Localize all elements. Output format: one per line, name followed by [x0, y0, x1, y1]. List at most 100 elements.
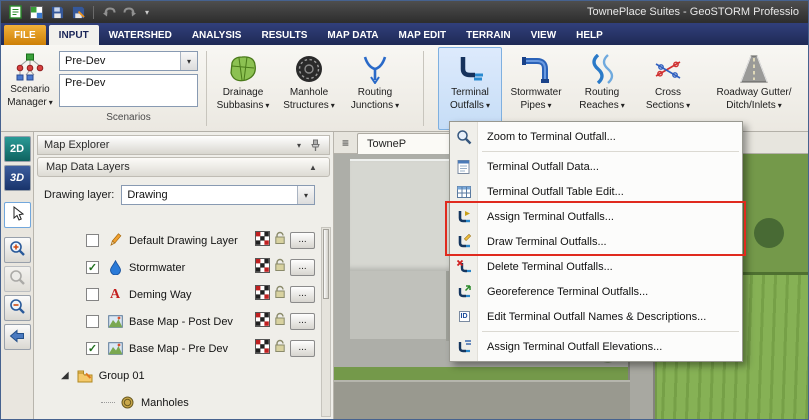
ribbon-button-roadway-gutter[interactable]: Roadway Gutter/ Ditch/Inlets ▾	[702, 47, 806, 130]
lock-icon[interactable]	[274, 312, 286, 331]
layer-more-button[interactable]: ...	[290, 259, 315, 276]
layer-style-swatch[interactable]	[255, 338, 270, 359]
project-grid-icon[interactable]	[28, 4, 44, 20]
zoom-icon	[455, 128, 473, 146]
tab-input[interactable]: INPUT	[48, 25, 99, 45]
layer-style-swatch[interactable]	[255, 311, 270, 332]
ribbon: Scenario Manager ▾ Pre-Dev ▾ Pre-Dev Scen…	[1, 45, 808, 132]
menu-item-terminal-outfall-table-edit[interactable]: Terminal Outfall Table Edit...	[450, 179, 742, 204]
drawing-layer-combo[interactable]: Drawing ▾	[121, 185, 315, 205]
select-pointer-button[interactable]	[3, 202, 31, 228]
menu-item-georeference-terminal-outfalls[interactable]: Georeference Terminal Outfalls...	[450, 279, 742, 304]
panel-title: Map Explorer	[44, 139, 110, 151]
menu-item-zoom-to-terminal-outfall[interactable]: Zoom to Terminal Outfall...	[450, 124, 742, 149]
basemap-icon	[106, 315, 124, 328]
tab-map-data[interactable]: MAP DATA	[317, 25, 388, 45]
layer-style-swatch[interactable]	[255, 284, 270, 305]
menu-item-draw-terminal-outfalls[interactable]: Draw Terminal Outfalls...	[450, 229, 742, 254]
layer-style-swatch[interactable]	[255, 257, 270, 278]
ribbon-button-routing-junctions[interactable]: Routing Junctions ▾	[343, 47, 407, 130]
chevron-down-icon: ▾	[48, 97, 53, 107]
collapse-arrow-icon[interactable]: ▲	[305, 163, 321, 172]
menu-item-terminal-outfall-data[interactable]: Terminal Outfall Data...	[450, 154, 742, 179]
tab-help[interactable]: HELP	[566, 25, 613, 45]
ribbon-button-cross-sections[interactable]: Cross Sections ▾	[636, 47, 700, 130]
menu-item-delete-terminal-outfalls[interactable]: Delete Terminal Outfalls...	[450, 254, 742, 279]
layer-row-default-drawing[interactable]: Default Drawing Layer ...	[37, 227, 317, 254]
expand-triangle-icon[interactable]: ◢	[61, 370, 69, 381]
layer-row-basemap-postdev[interactable]: Base Map - Post Dev ...	[37, 308, 317, 335]
zoom-in-button[interactable]	[3, 237, 31, 263]
tab-list-menu-icon[interactable]: ≡	[337, 134, 354, 151]
scenario-manager-button[interactable]: Scenario Manager ▾	[3, 47, 57, 130]
menu-item-assign-terminal-outfalls[interactable]: Assign Terminal Outfalls...	[450, 204, 742, 229]
tab-view[interactable]: VIEW	[521, 25, 567, 45]
zoom-window-button[interactable]	[3, 266, 31, 292]
layer-more-button[interactable]: ...	[290, 232, 315, 249]
map-explorer-header[interactable]: Map Explorer ▾	[37, 135, 330, 155]
titlebar: ▾ TownePlace Suites - GeoSTORM Professio	[1, 1, 808, 23]
ribbon-button-terminal-outfalls[interactable]: Terminal Outfalls ▾	[438, 47, 502, 130]
layer-row-group-01[interactable]: ◢ Group 01	[37, 362, 317, 389]
lock-icon[interactable]	[274, 231, 286, 250]
layer-row-basemap-predev[interactable]: ✓ Base Map - Pre Dev ...	[37, 335, 317, 362]
tab-terrain[interactable]: TERRAIN	[456, 25, 520, 45]
ribbon-button-stormwater-pipes[interactable]: Stormwater Pipes ▾	[504, 47, 568, 130]
layer-checkbox[interactable]: ✓	[86, 342, 99, 355]
lock-icon[interactable]	[274, 285, 286, 304]
zoom-out-button[interactable]	[3, 295, 31, 321]
layer-row-manholes[interactable]: Manholes	[37, 389, 317, 416]
tab-map-edit[interactable]: MAP EDIT	[389, 25, 457, 45]
layer-checkbox[interactable]	[86, 288, 99, 301]
scrollbar-thumb[interactable]	[323, 229, 329, 299]
quick-access-toolbar: ▾	[7, 4, 151, 20]
quick-access-dropdown-icon[interactable]: ▾	[143, 8, 151, 17]
undo-icon[interactable]	[101, 4, 117, 20]
ribbon-button-manhole-structures[interactable]: Manhole Structures ▾	[277, 47, 341, 130]
view-3d-button[interactable]: 3D	[3, 165, 31, 191]
layer-style-swatch[interactable]	[255, 230, 270, 251]
layer-checkbox[interactable]	[86, 234, 99, 247]
save-icon[interactable]	[49, 4, 65, 20]
layer-more-button[interactable]: ...	[290, 286, 315, 303]
ribbon-button-drainage-subbasins[interactable]: Drainage Subbasins ▾	[211, 47, 275, 130]
chevron-down-icon[interactable]: ▾	[297, 186, 314, 204]
draw-outfall-icon	[455, 233, 473, 251]
chevron-down-icon: ▾	[485, 101, 490, 110]
chevron-down-icon: ▾	[777, 101, 782, 110]
tab-results[interactable]: RESULTS	[251, 25, 317, 45]
menu-item-edit-terminal-outfall-names[interactable]: ID Edit Terminal Outfall Names & Descrip…	[450, 304, 742, 329]
pin-icon[interactable]	[307, 139, 323, 152]
tab-file[interactable]: FILE	[4, 25, 46, 45]
map-explorer-panel: Map Explorer ▾ Map Data Layers ▲ Drawing…	[34, 132, 334, 419]
scenario-textbox[interactable]: Pre-Dev	[59, 74, 198, 107]
ribbon-separator	[206, 51, 207, 126]
previous-view-button[interactable]	[3, 324, 31, 350]
ribbon-button-routing-reaches[interactable]: Routing Reaches ▾	[570, 47, 634, 130]
lock-icon[interactable]	[274, 339, 286, 358]
view-2d-button[interactable]: 2D	[3, 136, 31, 162]
panel-menu-dropdown-icon[interactable]: ▾	[291, 141, 307, 150]
save-as-icon[interactable]	[70, 4, 86, 20]
redo-icon[interactable]	[122, 4, 138, 20]
tab-watershed[interactable]: WATERSHED	[99, 25, 182, 45]
lock-icon[interactable]	[274, 258, 286, 277]
layer-checkbox[interactable]	[86, 315, 99, 328]
map-data-layers-header[interactable]: Map Data Layers ▲	[37, 157, 330, 177]
tree-branch-line	[101, 402, 115, 403]
layer-row-stormwater[interactable]: ✓ Stormwater ...	[37, 254, 317, 281]
basemap-icon	[106, 342, 124, 355]
menu-separator	[482, 151, 739, 152]
chevron-down-icon[interactable]: ▾	[180, 52, 197, 70]
layer-checkbox[interactable]: ✓	[86, 261, 99, 274]
layer-row-deming-way[interactable]: A Deming Way ...	[37, 281, 317, 308]
layer-more-button[interactable]: ...	[290, 313, 315, 330]
tab-analysis[interactable]: ANALYSIS	[182, 25, 252, 45]
scenario-combo[interactable]: Pre-Dev ▾	[59, 51, 198, 71]
layer-more-button[interactable]: ...	[290, 340, 315, 357]
explorer-scrollbar[interactable]	[321, 227, 331, 417]
menu-item-assign-terminal-outfall-elevations[interactable]: Assign Terminal Outfall Elevations...	[450, 334, 742, 359]
new-document-icon[interactable]	[7, 4, 23, 20]
ribbon-separator	[423, 51, 424, 126]
drawing-layer-row: Drawing layer: Drawing ▾	[44, 185, 315, 205]
